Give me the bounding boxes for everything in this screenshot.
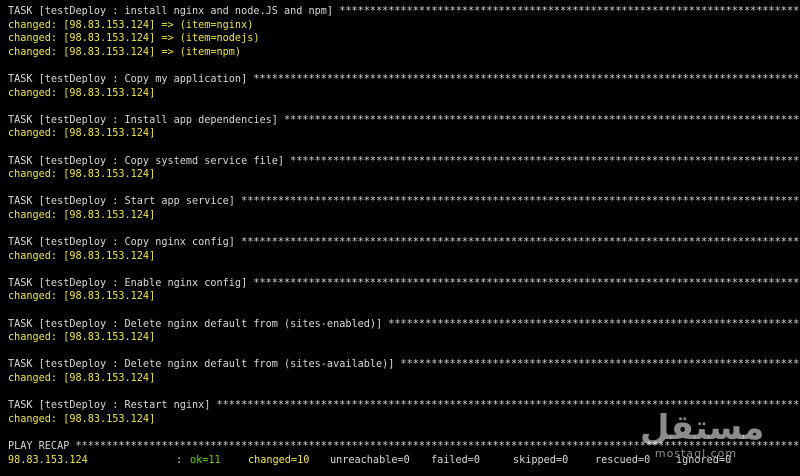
task-block: TASK [testDeploy : Start app service] **… [8,195,800,222]
task-result: changed: [98.83.153.124] [8,128,156,140]
task-header: TASK [testDeploy : Copy systemd service … [8,155,800,167]
recap-ok-count: ok=11 [190,454,221,466]
task-block: TASK [testDeploy : Delete nginx default … [8,318,800,345]
task-result: changed: [98.83.153.124] => (item=npm) [8,46,242,58]
task-header: TASK [testDeploy : Install app dependenc… [8,114,800,126]
task-result: changed: [98.83.153.124] [8,332,156,344]
recap-unreachable-count: unreachable=0 [330,454,410,466]
task-result: changed: [98.83.153.124] [8,373,156,385]
task-block: TASK [testDeploy : Enable nginx config] … [8,277,800,304]
task-block: TASK [testDeploy : Copy nginx config] **… [8,236,800,263]
task-block: TASK [testDeploy : Install app dependenc… [8,114,800,141]
task-result: changed: [98.83.153.124] [8,169,156,181]
recap-changed-count: changed=10 [248,454,310,466]
task-block: TASK [testDeploy : Delete nginx default … [8,358,800,385]
task-header: TASK [testDeploy : Enable nginx config] … [8,277,800,289]
task-block: TASK [testDeploy : install nginx and nod… [8,5,800,59]
task-block: TASK [testDeploy : Copy my application] … [8,73,800,100]
recap-failed-count: failed=0 [431,454,481,466]
task-result: changed: [98.83.153.124] => (item=nginx) [8,19,254,31]
task-header: TASK [testDeploy : Copy nginx config] **… [8,237,800,249]
task-header: TASK [testDeploy : Delete nginx default … [8,359,800,371]
task-header: TASK [testDeploy : Start app service] **… [8,196,800,208]
task-result: changed: [98.83.153.124] [8,291,156,303]
task-result: changed: [98.83.153.124] => (item=nodejs… [8,33,260,45]
task-block: TASK [testDeploy : Copy systemd service … [8,155,800,182]
mostaql-watermark-logo: مستقل mostaql.com [640,408,765,470]
terminal-output: TASK [testDeploy : install nginx and nod… [8,5,800,467]
recap-separator: : [176,454,183,466]
recap-skipped-count: skipped=0 [513,454,569,466]
task-result: changed: [98.83.153.124] [8,250,156,262]
task-header: TASK [testDeploy : install nginx and nod… [8,6,800,17]
terminal-window[interactable]: TASK [testDeploy : install nginx and nod… [0,0,800,476]
watermark-arabic-text: مستقل [640,408,765,448]
task-header: TASK [testDeploy : Copy my application] … [8,73,800,85]
task-header: TASK [testDeploy : Delete nginx default … [8,318,800,330]
watermark-latin-text: mostaql.com [654,447,738,460]
task-result: changed: [98.83.153.124] [8,209,156,221]
task-result: changed: [98.83.153.124] [8,87,156,99]
recap-host: 98.83.153.124 [8,454,88,466]
